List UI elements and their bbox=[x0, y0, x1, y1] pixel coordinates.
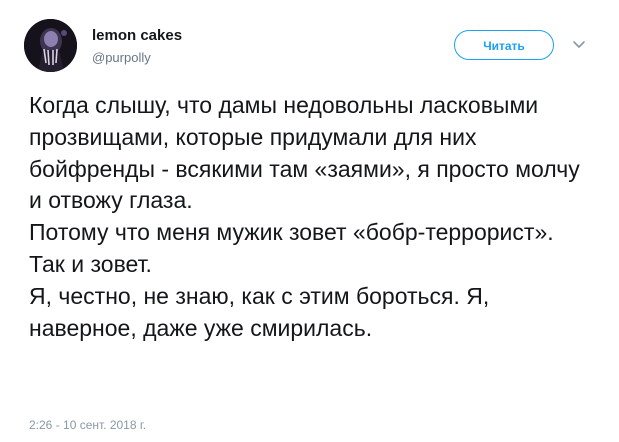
tweet-text: Когда слышу, что дамы недовольны ласковы… bbox=[29, 90, 594, 344]
tweet-paragraph: Я, честно, не знаю, как с этим бороться.… bbox=[29, 282, 490, 341]
chevron-down-icon[interactable] bbox=[571, 36, 587, 52]
username[interactable]: @purpolly bbox=[92, 50, 151, 65]
tweet-paragraph: Когда слышу, что дамы недовольны ласковы… bbox=[29, 92, 580, 214]
tweet-paragraph: Потому что меня мужик зовет «бобр-террор… bbox=[29, 219, 554, 246]
follow-button[interactable]: Читать bbox=[454, 30, 554, 60]
avatar-image bbox=[24, 19, 77, 72]
tweet-paragraph: Так и зовет. bbox=[29, 250, 152, 277]
avatar[interactable] bbox=[24, 19, 77, 72]
timestamp[interactable]: 2:26 - 10 сент. 2018 г. bbox=[29, 418, 146, 432]
display-name[interactable]: lemon cakes bbox=[92, 27, 182, 44]
tweet-card: lemon cakes @purpolly Читать Когда слышу… bbox=[0, 0, 619, 442]
